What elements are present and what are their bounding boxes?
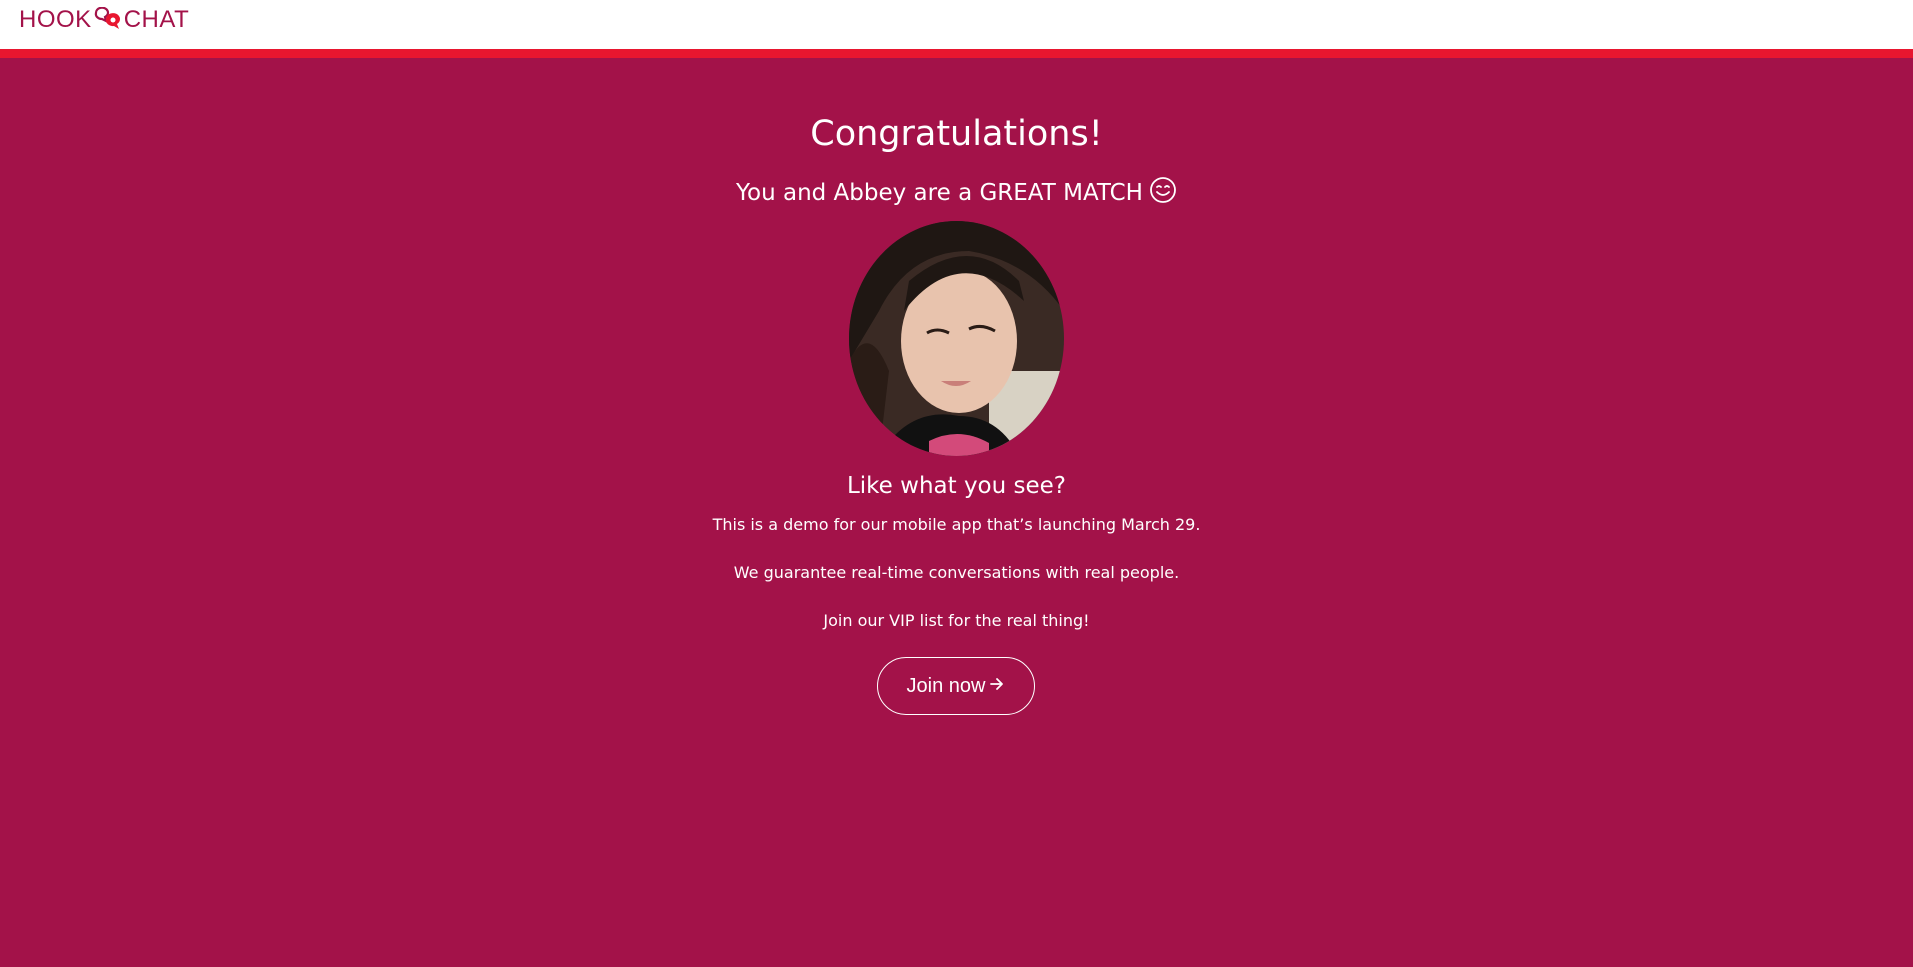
lead-question: Like what you see? xyxy=(846,473,1067,499)
logo[interactable]: HOOK CHAT xyxy=(19,6,189,34)
vip-invite-text: Join our VIP list for the real thing! xyxy=(823,611,1090,630)
match-subtitle-text: You and Abbey are a GREAT MATCH xyxy=(736,180,1143,206)
demo-notice: This is a demo for our mobile app that’s… xyxy=(712,515,1201,534)
join-now-button[interactable]: Join now xyxy=(877,657,1035,715)
guarantee-text: We guarantee real-time conversations wit… xyxy=(733,563,1180,582)
match-subtitle: You and Abbey are a GREAT MATCH xyxy=(0,177,1913,206)
join-now-label: Join now xyxy=(906,674,986,697)
arrow-right-icon xyxy=(989,675,1005,698)
logo-text-chat: CHAT xyxy=(123,6,190,33)
wink-face-icon xyxy=(1149,176,1177,204)
page-title: Congratulations! xyxy=(810,114,1103,154)
logo-text-hook: HOOK xyxy=(19,6,92,33)
match-profile-photo xyxy=(849,221,1064,456)
chat-bubbles-icon xyxy=(93,6,123,33)
site-header: HOOK CHAT xyxy=(0,0,1913,49)
header-stripe xyxy=(0,49,1913,58)
